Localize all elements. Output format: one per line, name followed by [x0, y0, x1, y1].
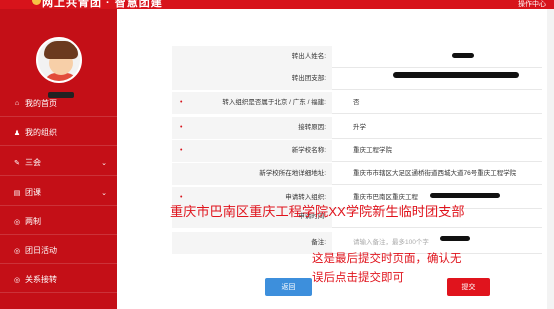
- form-value: 重庆市市辖区大足区通桥街道西城大道76号重庆工程学院: [353, 170, 517, 177]
- sidebar-item-label: 关系接转: [25, 275, 57, 284]
- transfer-icon: ◎: [13, 276, 21, 284]
- league-emblem-icon: [32, 0, 41, 5]
- overlay-org-annotation: 重庆市巴南区重庆工程学院XX学院新生临时团支部: [170, 204, 465, 219]
- form-label: 新学校所在地详细地址:: [172, 163, 332, 185]
- target-icon-2: ◎: [13, 247, 21, 255]
- sidebar-item-label: 两制: [25, 217, 41, 226]
- sidebar-item-3[interactable]: ▤ 团课 ⌄: [0, 180, 117, 206]
- form-row: 转出人姓名:: [172, 46, 542, 68]
- back-button[interactable]: 返回: [265, 278, 312, 296]
- form-label: 新学校名称:: [172, 140, 332, 162]
- book-icon: ▤: [13, 189, 21, 197]
- redacted-target-org: [430, 193, 500, 198]
- instruction-note-line2: 误后点击提交即可: [312, 272, 404, 284]
- home-icon: ⌂: [14, 100, 20, 107]
- form-row: 新学校所在地详细地址: 重庆市市辖区大足区通桥街道西城大道76号重庆工程学院: [172, 163, 542, 185]
- chevron-down-icon: ⌄: [101, 189, 107, 197]
- required-marker: •: [180, 124, 183, 131]
- sidebar-item-label: 团课: [25, 188, 41, 197]
- sidebar-item-label: 三会: [25, 158, 41, 167]
- redacted-branch: [393, 72, 519, 78]
- sidebar-item-5[interactable]: ◎ 团日活动: [0, 238, 117, 264]
- required-marker: •: [180, 147, 183, 154]
- scrollbar[interactable]: [547, 9, 554, 309]
- sidebar-item-1[interactable]: ♟ 我的组织: [0, 120, 117, 146]
- sidebar-item-label: 我的组织: [25, 128, 57, 137]
- form-label: 转出人姓名:: [172, 46, 332, 68]
- instruction-note: 这是最后提交时页面，确认无 误后点击提交即可: [312, 250, 462, 288]
- avatar: [36, 37, 82, 83]
- sidebar-item-label: 团日活动: [25, 246, 57, 255]
- form-label: 备注:: [172, 232, 332, 254]
- sidebar-item-6[interactable]: ◎ 关系接转: [0, 267, 117, 293]
- form-label: 转出团支部:: [172, 68, 332, 90]
- sidebar-item-label: 我的首页: [25, 99, 57, 108]
- required-marker: •: [180, 99, 183, 106]
- operation-center-link[interactable]: 操作中心: [518, 0, 546, 9]
- form-row: 转入组织是否属于北京 / 广东 / 福建: • 否: [172, 92, 542, 114]
- edit-icon: ✎: [14, 159, 20, 167]
- chevron-down-icon: ⌄: [101, 159, 107, 167]
- sidebar-item-2[interactable]: ✎ 三会 ⌄: [0, 150, 117, 176]
- form-row: 接转原因: • 升学: [172, 117, 542, 139]
- form-value: 升学: [353, 124, 366, 131]
- target-icon: ◎: [13, 218, 21, 226]
- sidebar-item-0[interactable]: ⌂ 我的首页: [0, 91, 117, 117]
- form-value: 重庆工程学院: [353, 147, 392, 154]
- redacted-name: [452, 53, 474, 58]
- redacted-remark: [440, 236, 470, 241]
- form-label: 接转原因:: [172, 117, 332, 139]
- form-label: 转入组织是否属于北京 / 广东 / 福建:: [172, 92, 332, 114]
- submit-button[interactable]: 提交: [447, 278, 490, 296]
- top-header-bar: 网上共青团 · 智慧团建 操作中心: [0, 0, 554, 9]
- form-value: 否: [353, 99, 360, 106]
- users-icon: ♟: [13, 129, 21, 137]
- form-row: 新学校名称: • 重庆工程学院: [172, 140, 542, 162]
- sidebar-item-4[interactable]: ◎ 两制: [0, 209, 117, 235]
- instruction-note-line1: 这是最后提交时页面，确认无: [312, 253, 462, 265]
